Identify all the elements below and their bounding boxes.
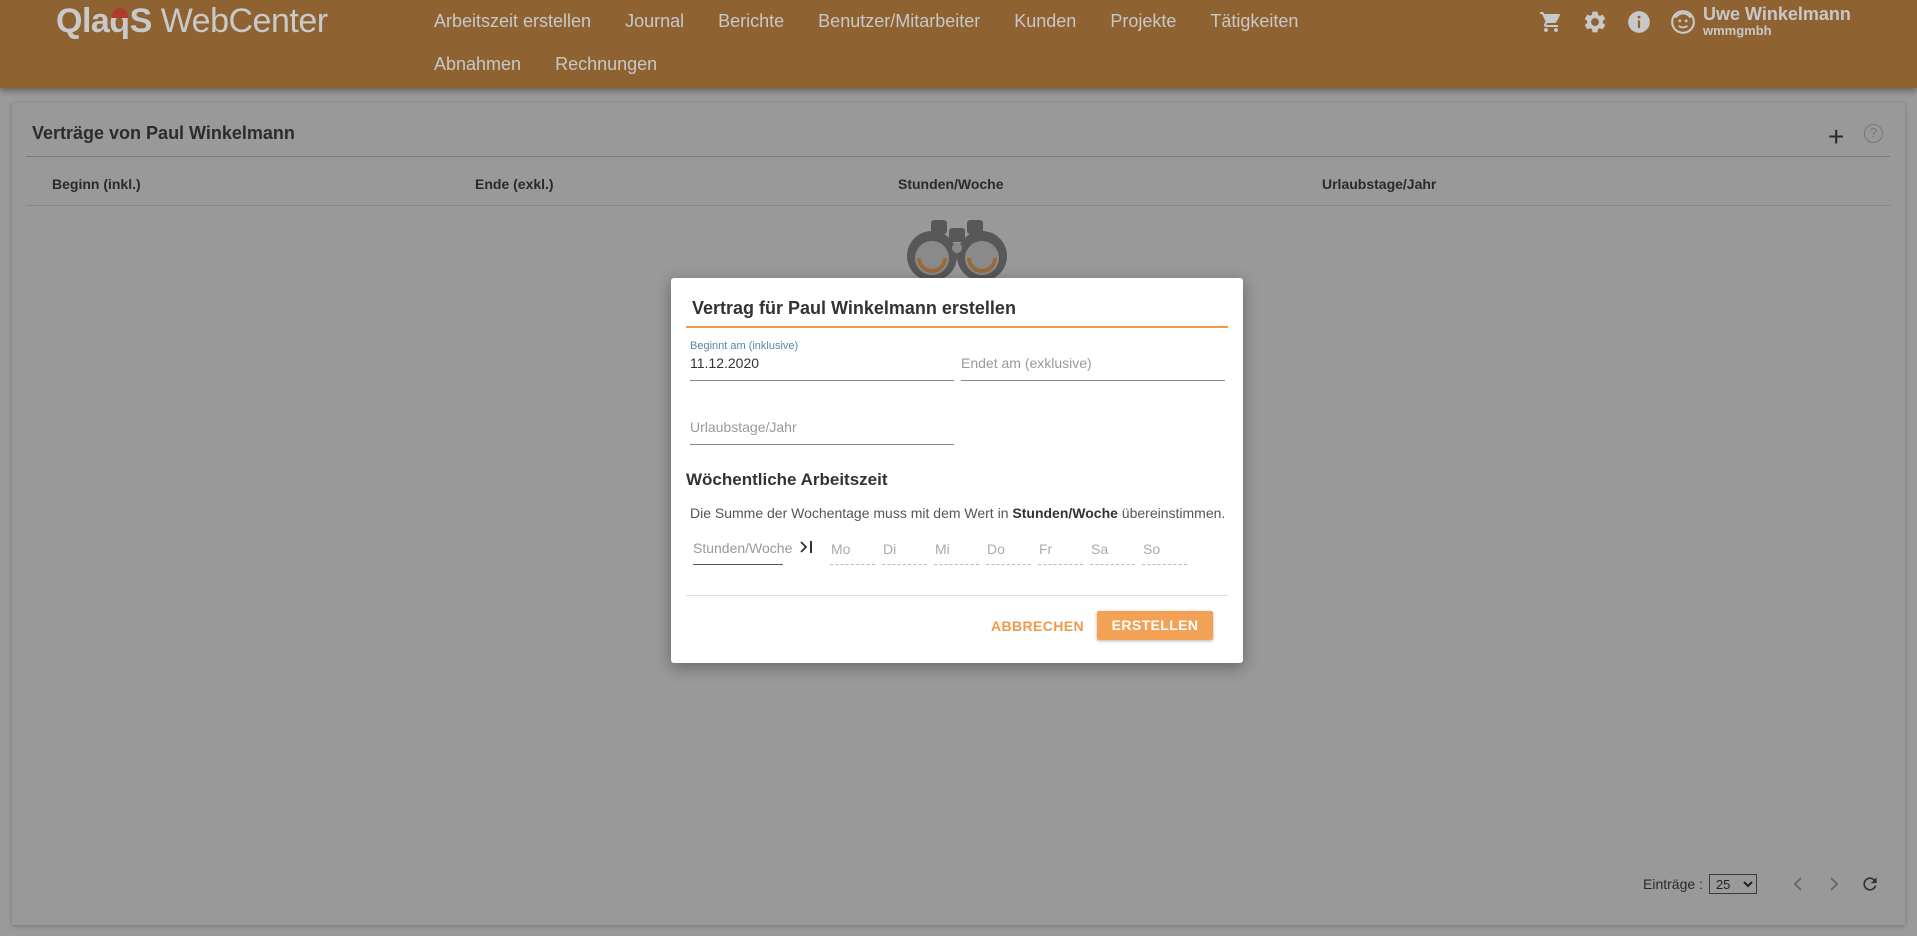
nav-item-benutzer-mitarbeiter[interactable]: Benutzer/Mitarbeiter — [818, 11, 980, 32]
main-nav: Arbeitszeit erstellen Journal Berichte B… — [410, 0, 1370, 86]
day-input-tuesday[interactable]: Di — [883, 541, 896, 557]
hint-text-bold: Stunden/Woche — [1012, 505, 1118, 521]
column-header-ende[interactable]: Ende (exkl.) — [475, 176, 554, 192]
day-underline — [1142, 564, 1187, 565]
binoculars-icon — [905, 218, 1009, 287]
user-avatar-icon[interactable] — [1669, 8, 1697, 36]
user-info[interactable]: Uwe Winkelmann wmmgmbh — [1703, 4, 1851, 38]
day-underline — [882, 564, 927, 565]
vacation-days-underline — [690, 444, 954, 445]
day-underline — [934, 564, 979, 565]
hint-text-start: Die Summe der Wochentage muss mit dem We… — [690, 505, 1013, 521]
dialog-title: Vertrag für Paul Winkelmann erstellen — [692, 298, 1016, 318]
gear-icon[interactable] — [1581, 8, 1609, 36]
logo-product: WebCenter — [160, 2, 328, 40]
day-input-wednesday[interactable]: Mi — [935, 541, 950, 557]
hours-per-week-input[interactable]: Stunden/Woche — [693, 540, 792, 556]
column-header-stunden[interactable]: Stunden/Woche — [898, 176, 1004, 192]
day-input-monday[interactable]: Mo — [831, 541, 850, 557]
nav-item-kunden[interactable]: Kunden — [1014, 11, 1076, 32]
nav-item-arbeitszeit-erstellen[interactable]: Arbeitszeit erstellen — [434, 11, 591, 32]
day-input-sunday[interactable]: So — [1143, 541, 1160, 557]
hours-per-week-underline — [693, 564, 783, 565]
vacation-days-placeholder[interactable]: Urlaubstage/Jahr — [690, 419, 954, 435]
nav-item-journal[interactable]: Journal — [625, 11, 684, 32]
nav-row-1: Arbeitszeit erstellen Journal Berichte B… — [410, 0, 1370, 43]
vacation-days-field[interactable]: Urlaubstage/Jahr — [690, 419, 954, 445]
top-icons — [1537, 8, 1705, 36]
nav-item-abnahmen[interactable]: Abnahmen — [434, 54, 521, 75]
day-input-saturday[interactable]: Sa — [1091, 541, 1108, 557]
end-date-placeholder[interactable]: Endet am (exklusive) — [961, 355, 1225, 371]
top-navigation-bar: QlaqS WebCenter Arbeitszeit erstellen Jo… — [0, 0, 1917, 88]
nav-row-2: Abnahmen Rechnungen — [410, 43, 1370, 86]
day-underline — [830, 564, 875, 565]
day-underline — [1038, 564, 1083, 565]
start-date-field[interactable]: Beginnt am (inklusive) 11.12.2020 — [690, 340, 954, 381]
column-header-beginn[interactable]: Beginn (inkl.) — [52, 176, 141, 192]
santa-hat-icon — [112, 8, 128, 18]
create-button[interactable]: ERSTELLEN — [1097, 611, 1213, 640]
hint-text-end: übereinstimmen. — [1117, 505, 1226, 521]
add-icon[interactable]: + — [1828, 123, 1844, 151]
nav-item-berichte[interactable]: Berichte — [718, 11, 784, 32]
weekly-hours-heading: Wöchentliche Arbeitszeit — [686, 470, 888, 489]
cancel-button[interactable]: ABBRECHEN — [981, 611, 1094, 641]
day-input-friday[interactable]: Fr — [1039, 541, 1052, 557]
refresh-icon[interactable] — [1859, 873, 1881, 895]
nav-item-rechnungen[interactable]: Rechnungen — [555, 54, 657, 75]
user-name: Uwe Winkelmann — [1703, 4, 1851, 24]
page-title: Verträge von Paul Winkelmann — [32, 123, 295, 143]
end-date-underline — [961, 380, 1225, 381]
start-date-value[interactable]: 11.12.2020 — [690, 355, 954, 371]
dialog-title-divider — [686, 326, 1228, 328]
app-logo[interactable]: QlaqS WebCenter — [56, 2, 328, 41]
cart-icon[interactable] — [1537, 8, 1565, 36]
logo-brand: QlaqS — [56, 2, 152, 40]
nav-item-taetigkeiten[interactable]: Tätigkeiten — [1210, 11, 1298, 32]
page-size-select[interactable]: 25 — [1708, 874, 1757, 894]
previous-page-icon[interactable] — [1787, 873, 1809, 895]
column-header-urlaub[interactable]: Urlaubstage/Jahr — [1322, 176, 1436, 192]
page-size-label: Einträge : — [1643, 876, 1703, 892]
pagination: Einträge : 25 — [1643, 873, 1895, 895]
dialog-footer-divider — [686, 595, 1228, 596]
weekly-hours-hint: Die Summe der Wochentage muss mit dem We… — [690, 505, 1225, 521]
end-date-field[interactable]: Endet am (exklusive) — [961, 355, 1225, 381]
info-icon[interactable] — [1625, 8, 1653, 36]
day-input-thursday[interactable]: Do — [987, 541, 1005, 557]
table-header: Beginn (inkl.) Ende (exkl.) Stunden/Woch… — [26, 157, 1890, 206]
next-page-icon[interactable] — [1823, 873, 1845, 895]
day-underline — [986, 564, 1031, 565]
help-icon[interactable]: ? — [1864, 124, 1883, 143]
day-underline — [1090, 564, 1135, 565]
start-date-label: Beginnt am (inklusive) — [690, 340, 799, 352]
user-org: wmmgmbh — [1703, 23, 1772, 38]
distribute-hours-icon[interactable] — [798, 538, 816, 561]
create-contract-dialog: Vertrag für Paul Winkelmann erstellen Be… — [671, 278, 1243, 663]
nav-item-projekte[interactable]: Projekte — [1110, 11, 1176, 32]
start-date-underline — [690, 380, 954, 381]
